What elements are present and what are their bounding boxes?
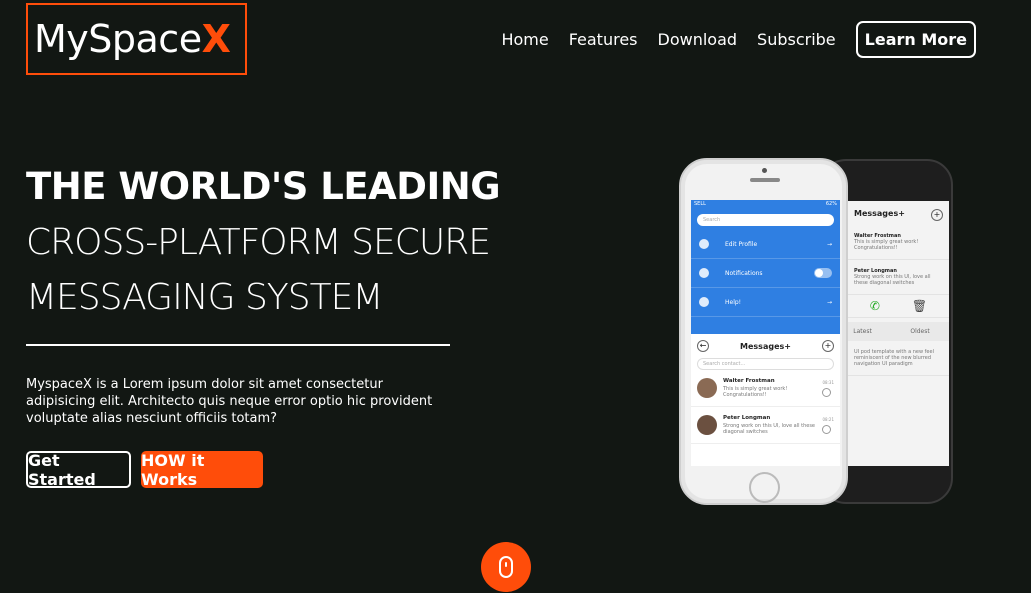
plus-icon <box>822 424 832 434</box>
download-icon <box>699 239 709 249</box>
messages-title: Messages+ <box>740 341 791 351</box>
hero-description: MyspaceX is a Lorem ipsum dolor sit amet… <box>26 377 433 426</box>
how-it-works-button[interactable]: HOW it Works <box>141 451 263 489</box>
search-contact-field: Search contact... <box>697 358 834 370</box>
arrow-right-icon: → <box>826 240 832 248</box>
message-preview: UI pod template with a new feel reminisc… <box>854 349 934 367</box>
menu-item-notifications: Notifications <box>691 259 840 288</box>
carrier-label: SELL <box>694 201 706 207</box>
scroll-down-button[interactable] <box>481 542 531 592</box>
message-preview: This is simply great work! Congratulatio… <box>723 386 788 398</box>
list-item: Walter Frostman This is simply great wor… <box>834 225 949 260</box>
menu-item-edit-profile: Edit Profile → <box>691 230 840 259</box>
phone-black-screen: Messages+ + Walter Frostman This is simp… <box>834 201 949 466</box>
avatar <box>697 415 717 435</box>
learn-more-button[interactable]: Learn More <box>855 21 976 58</box>
camera-dot <box>762 168 767 173</box>
list-item: Walter Frostman This is simply great wor… <box>691 370 840 407</box>
hero-subheadline-2: MESSAGING SYSTEM <box>26 277 383 318</box>
avatar <box>697 378 717 398</box>
message-time: 08:21 <box>822 416 834 422</box>
plus-icon: + <box>931 209 943 221</box>
main-nav: Home Features Download Subscribe Learn M… <box>481 21 976 58</box>
menu-label: Edit Profile <box>725 240 758 248</box>
contact-name: Peter Longman <box>723 415 771 421</box>
hero-headline: THE WORLD'S LEADING <box>26 165 501 208</box>
status-bar: SELL 62% <box>691 200 840 210</box>
brand-name: MySpace <box>34 17 202 61</box>
plus-icon <box>822 387 832 397</box>
nav-home[interactable]: Home <box>501 30 548 49</box>
bell-icon <box>699 268 709 278</box>
phone-black-header: Messages+ + <box>834 201 949 225</box>
battery-label: 62% <box>825 201 837 207</box>
phone-home-button <box>749 472 780 503</box>
menu-label: Help! <box>725 298 742 306</box>
menu-label: Notifications <box>725 269 763 277</box>
toggle-switch <box>814 268 832 278</box>
trash-icon: 🗑 <box>911 299 928 313</box>
hero-subheadline-1: CROSS-PLATFORM SECURE <box>26 222 491 263</box>
menu-item-help: Help! → <box>691 288 840 317</box>
tab-latest: Latest <box>853 328 872 335</box>
nav-subscribe[interactable]: Subscribe <box>757 30 836 49</box>
list-item: Peter Longman Strong work on this UI, lo… <box>691 407 840 444</box>
phone-call-icon: ✆ <box>869 299 880 313</box>
list-item: UI pod template with a new feel reminisc… <box>834 341 949 376</box>
contact-name: Walter Frostman <box>723 378 775 384</box>
plus-icon: + <box>822 340 834 352</box>
list-item: Peter Longman Strong work on this UI, lo… <box>834 260 949 295</box>
hero-divider <box>26 344 450 346</box>
messages-header: ← Messages+ + <box>691 334 840 358</box>
phone-black-title: Messages+ <box>854 209 905 218</box>
lifebuoy-icon <box>699 297 709 307</box>
arrow-right-icon: → <box>826 298 832 306</box>
message-tabs: Latest Oldest <box>834 322 949 341</box>
message-preview: This is simply great work! Congratulatio… <box>854 239 919 251</box>
back-arrow-icon: ← <box>697 340 709 352</box>
nav-features[interactable]: Features <box>569 30 638 49</box>
search-field: Search <box>697 214 834 226</box>
brand-accent: X <box>201 17 231 61</box>
message-preview: Strong work on this UI, love all these d… <box>854 274 931 286</box>
phone-speaker <box>750 178 780 182</box>
message-time: 08:31 <box>822 379 834 385</box>
swipe-actions: ✆ 🗑 <box>834 295 949 318</box>
settings-panel: SELL 62% Search Edit Profile → Notificat… <box>691 200 840 334</box>
tab-oldest: Oldest <box>910 328 930 335</box>
phone-white-screen: SELL 62% Search Edit Profile → Notificat… <box>691 200 840 466</box>
get-started-button[interactable]: Get Started <box>26 451 131 489</box>
brand-logo[interactable]: MySpace X <box>26 3 247 75</box>
mouse-icon <box>499 556 513 578</box>
nav-download[interactable]: Download <box>658 30 738 49</box>
phone-mockup-white: SELL 62% Search Edit Profile → Notificat… <box>679 158 848 505</box>
message-preview: Strong work on this UI, love all these d… <box>723 423 815 435</box>
